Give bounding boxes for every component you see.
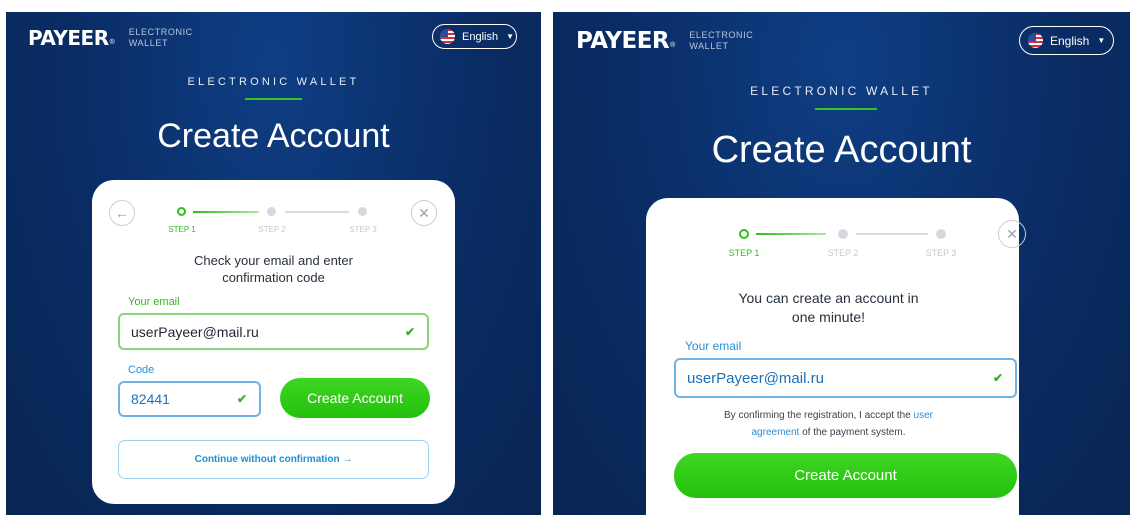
user-agreement-link-cont[interactable]: agreement [752,427,800,438]
step-3-label: STEP 3 [925,248,957,258]
us-flag-icon [440,29,455,44]
step-1-progress-line [193,211,259,213]
eyebrow-label: ELECTRONIC WALLET [750,84,933,98]
code-field[interactable]: 82441 ✔ [118,381,261,417]
eyebrow-label: ELECTRONIC WALLET [187,76,360,88]
intro-message: You can create an account in one minute! [738,290,919,325]
logo-tagline: ELECTRONIC WALLET [128,27,193,48]
step-1-dot [177,207,186,216]
checkmark-icon: ✔ [404,324,415,339]
step-2-dot [267,207,276,216]
chevron-down-icon: ▼ [506,32,514,41]
checkmark-icon: ✔ [992,371,1003,385]
screen-enter-email: PAYEER ® ELECTRONIC WALLET English ▼ ELE… [553,12,1130,515]
chevron-down-icon: ▼ [1097,36,1106,45]
logo-wordmark: PAYEER [28,26,109,50]
step-1-label: STEP 1 [168,225,196,234]
language-selector[interactable]: English ▼ [432,24,517,49]
create-account-button[interactable]: Create Account [280,378,430,418]
language-selector[interactable]: English ▼ [1019,26,1114,55]
logo-registered-mark: ® [670,41,676,49]
continue-without-confirmation-button[interactable]: Continue without confirmation → [118,440,429,479]
logo-registered-mark: ® [109,38,115,46]
eyebrow-underline [245,98,302,100]
signup-card: ✕ STEP 1 STEP 2 STEP 3 You can create an… [646,198,1026,515]
step-3-dot [936,229,946,239]
payeer-logo[interactable]: PAYEER ® ELECTRONIC WALLET [28,26,193,50]
email-value: userPayeer@mail.ru [131,323,259,340]
page-title: Create Account [711,129,972,171]
step-2-label: STEP 2 [827,248,859,258]
step-1-label: STEP 1 [728,248,760,258]
checkmark-icon: ✔ [236,392,247,406]
email-field-label: Your email [128,296,180,308]
code-value: 82441 [131,391,170,407]
eyebrow-underline [815,108,877,110]
create-account-button[interactable]: Create Account [674,453,1017,498]
stepper: STEP 1 STEP 2 STEP 3 [646,198,1019,260]
screen-confirm-email: PAYEER ® ELECTRONIC WALLET English ▼ ELE… [6,12,541,515]
step-2-progress-line [285,211,349,213]
email-value: userPayeer@mail.ru [687,369,824,387]
step-1-dot [739,229,749,239]
page-title: Create Account [157,117,390,155]
language-label: English [1050,33,1090,48]
step-2-dot [838,229,848,239]
signup-card: ← ✕ STEP 1 STEP 2 STEP 3 Check your emai… [92,180,455,504]
logo-wordmark: PAYEER [576,28,670,54]
step-3-dot [358,207,367,216]
step-2-progress-line [856,233,928,235]
email-field[interactable]: userPayeer@mail.ru ✔ [674,358,1017,398]
payeer-logo[interactable]: PAYEER ® ELECTRONIC WALLET [576,28,753,54]
email-field-label: Your email [685,339,742,353]
email-field[interactable]: userPayeer@mail.ru ✔ [118,313,429,350]
step-2-label: STEP 2 [258,225,286,234]
user-agreement-link[interactable]: user [914,410,933,421]
code-field-label: Code [128,364,155,376]
stepper: STEP 1 STEP 2 STEP 3 [92,180,455,240]
us-flag-icon [1028,33,1043,48]
agreement-text: By confirming the registration, I accept… [724,410,933,438]
logo-tagline: ELECTRONIC WALLET [689,30,754,51]
language-label: English [462,30,499,43]
step-3-label: STEP 3 [349,225,377,234]
instruction-message: Check your email and enter confirmation … [194,253,353,285]
step-1-progress-line [756,233,826,235]
